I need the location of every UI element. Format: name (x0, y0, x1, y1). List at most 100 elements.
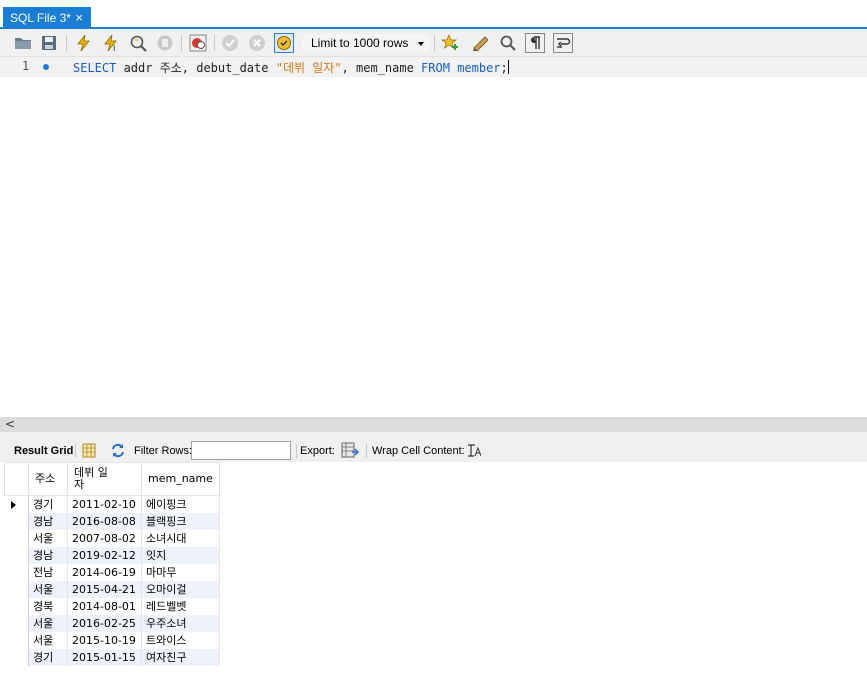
table-header-row: 주소 데뷔 일 자 mem_name (4, 462, 220, 496)
cell-mem-name[interactable]: 잇지 (141, 547, 220, 564)
svg-text:I: I (113, 44, 115, 52)
cell-addr[interactable]: 전남 (28, 564, 68, 581)
row-header[interactable] (4, 598, 29, 615)
table-row[interactable]: 경북 2014-08-01 레드벨벳 (4, 598, 220, 615)
cell-debut-date[interactable]: 2015-04-21 (67, 581, 142, 598)
grid-view-icon[interactable] (82, 443, 96, 462)
panel-divider (0, 432, 867, 440)
table-row[interactable]: 경남 2019-02-12 잇지 (4, 547, 220, 564)
editor-horizontal-scrollbar[interactable]: < (0, 417, 867, 432)
wrap-lines-icon[interactable] (553, 33, 573, 53)
cell-debut-date[interactable]: 2019-02-12 (67, 547, 142, 564)
cell-mem-name[interactable]: 오마이걸 (141, 581, 220, 598)
text-caret (507, 60, 509, 74)
result-grid[interactable]: 주소 데뷔 일 자 mem_name 경기 2011-02-10 에이핑크 경남 201… (0, 462, 867, 676)
cell-debut-date[interactable]: 2016-08-08 (67, 513, 142, 530)
cell-mem-name[interactable]: 우주소녀 (141, 615, 220, 632)
cell-addr[interactable]: 경남 (28, 547, 68, 564)
cell-mem-name[interactable]: 트와이스 (141, 632, 220, 649)
execute-icon[interactable] (74, 33, 94, 53)
row-header[interactable] (4, 649, 29, 666)
export-label: Export: (300, 445, 335, 457)
cell-debut-date[interactable]: 2014-08-01 (67, 598, 142, 615)
cell-mem-name[interactable]: 마마무 (141, 564, 220, 581)
table-row[interactable]: 경기 2015-01-15 여자친구 (4, 649, 220, 666)
autocommit-icon[interactable] (274, 33, 294, 53)
refresh-icon[interactable] (110, 443, 126, 462)
commit-icon[interactable] (220, 33, 240, 53)
cell-mem-name[interactable]: 소녀시대 (141, 530, 220, 547)
cell-debut-date[interactable]: 2014-06-19 (67, 564, 142, 581)
table-row[interactable]: 서울 2016-02-25 우주소녀 (4, 615, 220, 632)
beautify-icon[interactable] (471, 33, 491, 53)
cell-addr[interactable]: 서울 (28, 632, 68, 649)
open-folder-icon[interactable] (13, 33, 33, 53)
cell-mem-name[interactable]: 레드벨벳 (141, 598, 220, 615)
scroll-left-icon[interactable]: < (5, 417, 15, 432)
cell-debut-date[interactable]: 2016-02-25 (67, 615, 142, 632)
sql-text: addr 주소, debut_date (116, 61, 276, 75)
result-table: 주소 데뷔 일 자 mem_name 경기 2011-02-10 에이핑크 경남 201… (4, 462, 220, 666)
column-header-mem-name[interactable]: mem_name (141, 462, 220, 496)
cell-mem-name[interactable]: 여자친구 (141, 649, 220, 666)
stop-icon[interactable] (155, 33, 175, 53)
sql-keyword: member (457, 61, 501, 75)
invisible-chars-icon[interactable] (525, 33, 545, 53)
cell-mem-name[interactable]: 에이핑크 (141, 495, 220, 513)
cell-debut-date[interactable]: 2007-08-02 (67, 530, 142, 547)
add-snippet-icon[interactable] (440, 33, 460, 53)
filter-rows-label: Filter Rows: (134, 445, 193, 457)
row-header[interactable] (4, 530, 29, 547)
cell-addr[interactable]: 경기 (28, 649, 68, 666)
tab-sql-file-3[interactable]: SQL File 3* × (3, 7, 91, 28)
cell-addr[interactable]: 경북 (28, 598, 68, 615)
export-icon[interactable] (341, 442, 360, 463)
sql-code-line[interactable]: SELECT addr 주소, debut_date "데뷔 일자", mem_… (73, 59, 509, 76)
table-row[interactable]: 서울 2015-10-19 트와이스 (4, 632, 220, 649)
cell-debut-date[interactable]: 2015-10-19 (67, 632, 142, 649)
result-grid-label[interactable]: Result Grid (14, 444, 73, 458)
table-row[interactable]: 경남 2016-08-08 블랙핑크 (4, 513, 220, 530)
sql-text: ; (500, 61, 508, 75)
table-row[interactable]: 서울 2015-04-21 오마이걸 (4, 581, 220, 598)
column-header-debut-date[interactable]: 데뷔 일 자 (67, 462, 142, 496)
toolbar-separator (214, 35, 215, 51)
table-row[interactable]: 전남 2014-06-19 마마무 (4, 564, 220, 581)
sql-keyword: SELECT (73, 61, 117, 75)
cell-addr[interactable]: 경남 (28, 513, 68, 530)
toolbar-separator (66, 35, 67, 51)
sql-text: , mem_name (341, 61, 422, 75)
wrap-cell-icon[interactable] (467, 443, 482, 462)
cell-debut-date[interactable]: 2011-02-10 (67, 495, 142, 513)
cell-addr[interactable]: 서울 (28, 530, 68, 547)
cell-addr[interactable]: 서울 (28, 581, 68, 598)
filter-rows-input[interactable] (191, 441, 291, 460)
cell-mem-name[interactable]: 블랙핑크 (141, 513, 220, 530)
table-body: 경기 2011-02-10 에이핑크 경남 2016-08-08 블랙핑크 서울 2007-0… (4, 495, 220, 666)
row-header[interactable] (4, 513, 29, 530)
row-header[interactable] (4, 495, 29, 513)
cell-debut-date[interactable]: 2015-01-15 (67, 649, 142, 666)
wrap-cell-content-label: Wrap Cell Content: (372, 445, 465, 457)
toggle-error-icon[interactable] (188, 33, 208, 53)
cell-addr[interactable]: 서울 (28, 615, 68, 632)
find-icon[interactable] (498, 33, 518, 53)
close-tab-icon[interactable]: × (75, 10, 83, 25)
save-icon[interactable] (39, 33, 59, 53)
explain-icon[interactable] (128, 33, 148, 53)
cell-addr[interactable]: 경기 (28, 495, 68, 513)
execute-current-icon[interactable]: I (101, 33, 121, 53)
table-row[interactable]: 서울 2007-08-02 소녀시대 (4, 530, 220, 547)
limit-rows-select[interactable]: Limit to 1000 rows (302, 33, 430, 53)
rollback-icon[interactable] (247, 33, 267, 53)
toolbar-separator (434, 35, 435, 51)
sql-editor[interactable]: 1 SELECT addr 주소, debut_date "데뷔 일자", me… (0, 57, 867, 417)
row-header[interactable] (4, 615, 29, 632)
current-row-arrow-icon (10, 501, 16, 509)
table-row[interactable]: 경기 2011-02-10 에이핑크 (4, 495, 220, 513)
row-header[interactable] (4, 547, 29, 564)
row-header[interactable] (4, 581, 29, 598)
row-header[interactable] (4, 564, 29, 581)
row-header[interactable] (4, 632, 29, 649)
column-header-addr[interactable]: 주소 (28, 462, 68, 496)
